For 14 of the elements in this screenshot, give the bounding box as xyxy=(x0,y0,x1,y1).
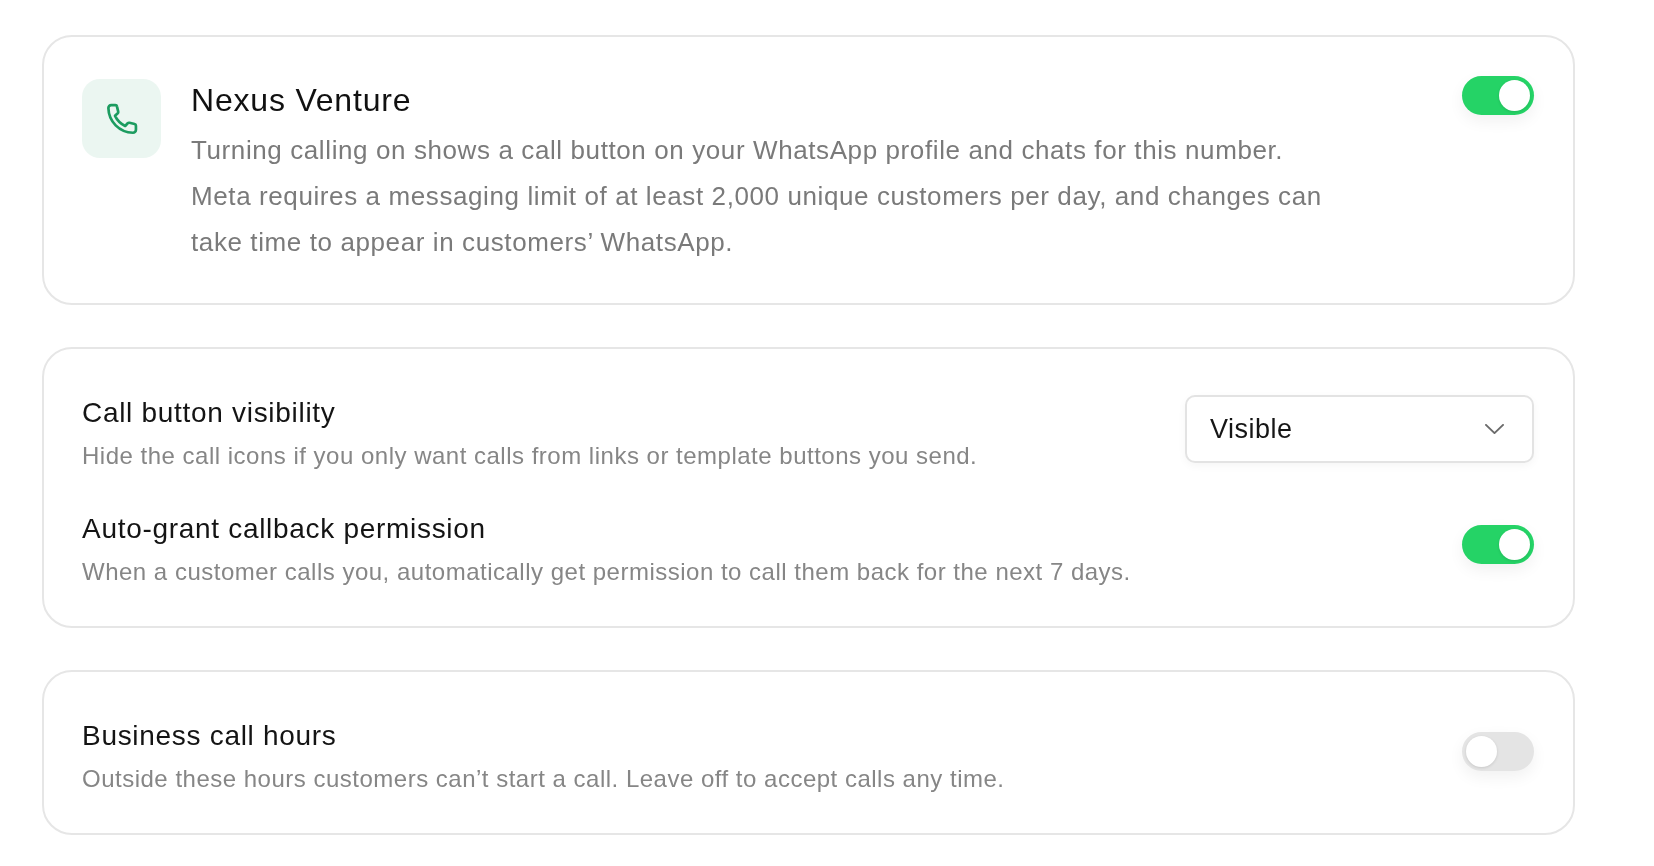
toggle-switch[interactable] xyxy=(1462,76,1534,115)
setting-title: Business call hours xyxy=(82,719,338,753)
account-description: Turning calling on shows a call button on your WhatsApp profile and chats for this number. Meta requires a messaging limit of at least 2,000 unique customers per day, and changes can take time to appear in customers’ WhatsApp. xyxy=(191,134,1323,259)
setting-title: Auto-grant callback permission xyxy=(82,512,487,546)
setting-title: Call button visibility xyxy=(82,396,337,430)
visibility-dropdown[interactable]: Visible xyxy=(1185,395,1534,463)
chevron-down-icon xyxy=(1485,424,1504,434)
setting-description: Outside these hours customers can’t start a call. Leave off to accept calls any time. xyxy=(82,764,1006,794)
account-name: Nexus Venture xyxy=(191,82,413,119)
toggle-switch[interactable] xyxy=(1462,731,1534,771)
phone-icon xyxy=(82,79,161,158)
setting-description: Hide the call icons if you only want calls from links or template buttons you send. xyxy=(82,441,979,471)
toggle-switch[interactable] xyxy=(1462,524,1534,564)
setting-description: When a customer calls you, automatically get permission to call them back for the next 7 days. xyxy=(82,557,1132,587)
